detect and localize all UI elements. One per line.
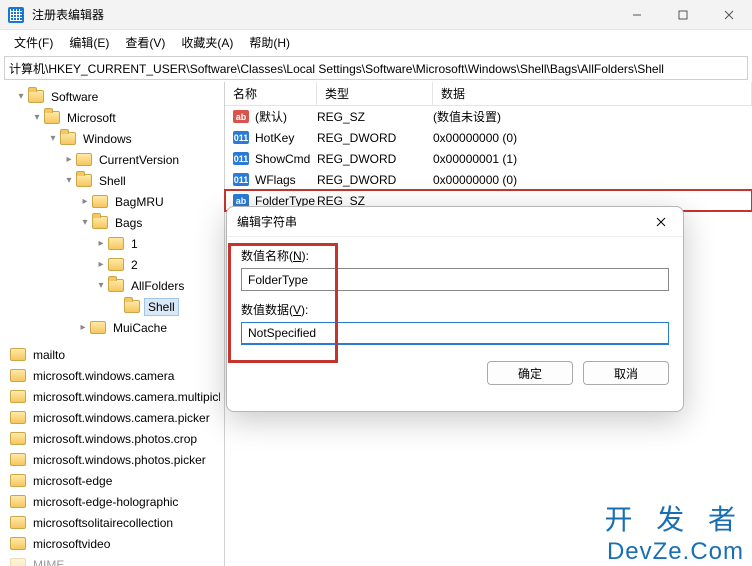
tree-node-mailto[interactable]: mailto <box>0 344 224 365</box>
titlebar: 注册表编辑器 <box>0 0 752 30</box>
regedit-icon <box>8 7 24 23</box>
dialog-titlebar: 编辑字符串 <box>227 207 683 237</box>
tree-node[interactable]: microsoft.windows.camera.picker <box>0 407 224 428</box>
tree-node-windows[interactable]: ▾Windows <box>0 128 224 149</box>
value-data-label: 数值数据(V): <box>241 301 669 318</box>
list-row[interactable]: 011 HotKey REG_DWORD 0x00000000 (0) <box>225 127 752 148</box>
tree-node[interactable]: microsoft.windows.camera.multipicker <box>0 386 224 407</box>
col-data[interactable]: 数据 <box>433 82 752 105</box>
list-header: 名称 类型 数据 <box>225 82 752 106</box>
dialog-title: 编辑字符串 <box>237 213 297 230</box>
close-button[interactable] <box>706 0 752 30</box>
menu-view[interactable]: 查看(V) <box>117 32 173 53</box>
tree-node[interactable]: microsoftvideo <box>0 533 224 554</box>
menu-edit[interactable]: 编辑(E) <box>61 32 117 53</box>
watermark-line1: 开 发 者 <box>604 498 744 538</box>
tree-node-2[interactable]: ▸2 <box>0 254 224 275</box>
window-title: 注册表编辑器 <box>32 6 614 23</box>
tree-node-shell[interactable]: ▾Shell <box>0 170 224 191</box>
menu-favorites[interactable]: 收藏夹(A) <box>173 32 241 53</box>
tree-node[interactable]: microsoft-edge-holographic <box>0 491 224 512</box>
menubar: 文件(F) 编辑(E) 查看(V) 收藏夹(A) 帮助(H) <box>0 30 752 54</box>
minimize-button[interactable] <box>614 0 660 30</box>
tree-node[interactable]: microsoftsolitairecollection <box>0 512 224 533</box>
string-icon: ab <box>233 110 249 123</box>
tree-node-microsoft[interactable]: ▾Microsoft <box>0 107 224 128</box>
address-text: 计算机\HKEY_CURRENT_USER\Software\Classes\L… <box>9 60 664 77</box>
list-row-default[interactable]: ab (默认) REG_SZ (数值未设置) <box>225 106 752 127</box>
maximize-button[interactable] <box>660 0 706 30</box>
dialog-buttons: 确定 取消 <box>227 345 683 401</box>
watermark: 开 发 者 DevZe.Com <box>604 498 744 566</box>
dialog-close-button[interactable] <box>649 210 673 234</box>
col-type[interactable]: 类型 <box>317 82 433 105</box>
menu-file[interactable]: 文件(F) <box>6 32 61 53</box>
tree-node-muicache[interactable]: ▸MuiCache <box>0 317 224 338</box>
watermark-line2: DevZe.Com <box>604 538 744 566</box>
value-name-label: 数值名称(N): <box>241 247 669 264</box>
tree-node-shell-selected[interactable]: Shell <box>0 296 224 317</box>
value-data-input[interactable] <box>241 322 669 345</box>
tree-node[interactable]: microsoft.windows.photos.picker <box>0 449 224 470</box>
col-name[interactable]: 名称 <box>225 82 317 105</box>
edit-string-dialog: 编辑字符串 数值名称(N): 数值数据(V): 确定 取消 <box>226 206 684 412</box>
tree-node-1[interactable]: ▸1 <box>0 233 224 254</box>
list-row[interactable]: 011 ShowCmd REG_DWORD 0x00000001 (1) <box>225 148 752 169</box>
window-controls <box>614 0 752 30</box>
ok-button[interactable]: 确定 <box>487 361 573 385</box>
tree-node-bagmru[interactable]: ▸BagMRU <box>0 191 224 212</box>
tree-node[interactable]: microsoft.windows.camera <box>0 365 224 386</box>
address-bar[interactable]: 计算机\HKEY_CURRENT_USER\Software\Classes\L… <box>4 56 748 80</box>
dword-icon: 011 <box>233 173 249 186</box>
tree-node-bags[interactable]: ▾Bags <box>0 212 224 233</box>
list-row[interactable]: 011 WFlags REG_DWORD 0x00000000 (0) <box>225 169 752 190</box>
dialog-body: 数值名称(N): 数值数据(V): <box>227 237 683 345</box>
menu-help[interactable]: 帮助(H) <box>241 32 298 53</box>
tree-node[interactable]: microsoft-edge <box>0 470 224 491</box>
dword-icon: 011 <box>233 152 249 165</box>
tree-node[interactable]: microsoft.windows.photos.crop <box>0 428 224 449</box>
tree-node-allfolders[interactable]: ▾AllFolders <box>0 275 224 296</box>
dword-icon: 011 <box>233 131 249 144</box>
value-name-input[interactable] <box>241 268 669 291</box>
tree-node-software[interactable]: ▾Software <box>0 86 224 107</box>
tree-panel: ▾Software ▾Microsoft ▾Windows ▸CurrentVe… <box>0 82 225 566</box>
tree-node-currentversion[interactable]: ▸CurrentVersion <box>0 149 224 170</box>
cancel-button[interactable]: 取消 <box>583 361 669 385</box>
tree-node[interactable]: MIME <box>0 554 224 566</box>
